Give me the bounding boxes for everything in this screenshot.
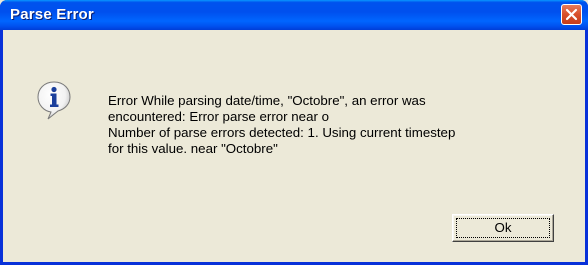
window-title: Parse Error [10, 6, 94, 23]
close-button[interactable] [561, 4, 582, 25]
message-line: for this value. near "Octobre" [108, 141, 278, 156]
close-icon [565, 8, 578, 21]
error-message: Error While parsing date/time, "Octobre"… [108, 93, 578, 157]
title-bar[interactable]: Parse Error [0, 0, 588, 30]
info-icon [37, 81, 71, 120]
ok-button[interactable]: Ok [452, 214, 554, 242]
message-line: Number of parse errors detected: 1. Usin… [108, 125, 456, 140]
message-line: Error While parsing date/time, "Octobre"… [108, 93, 426, 108]
message-line: encountered: Error parse error near o [108, 109, 329, 124]
ok-button-label: Ok [494, 220, 512, 235]
parse-error-dialog: Parse Error Error While parsing date/tim… [0, 0, 588, 265]
